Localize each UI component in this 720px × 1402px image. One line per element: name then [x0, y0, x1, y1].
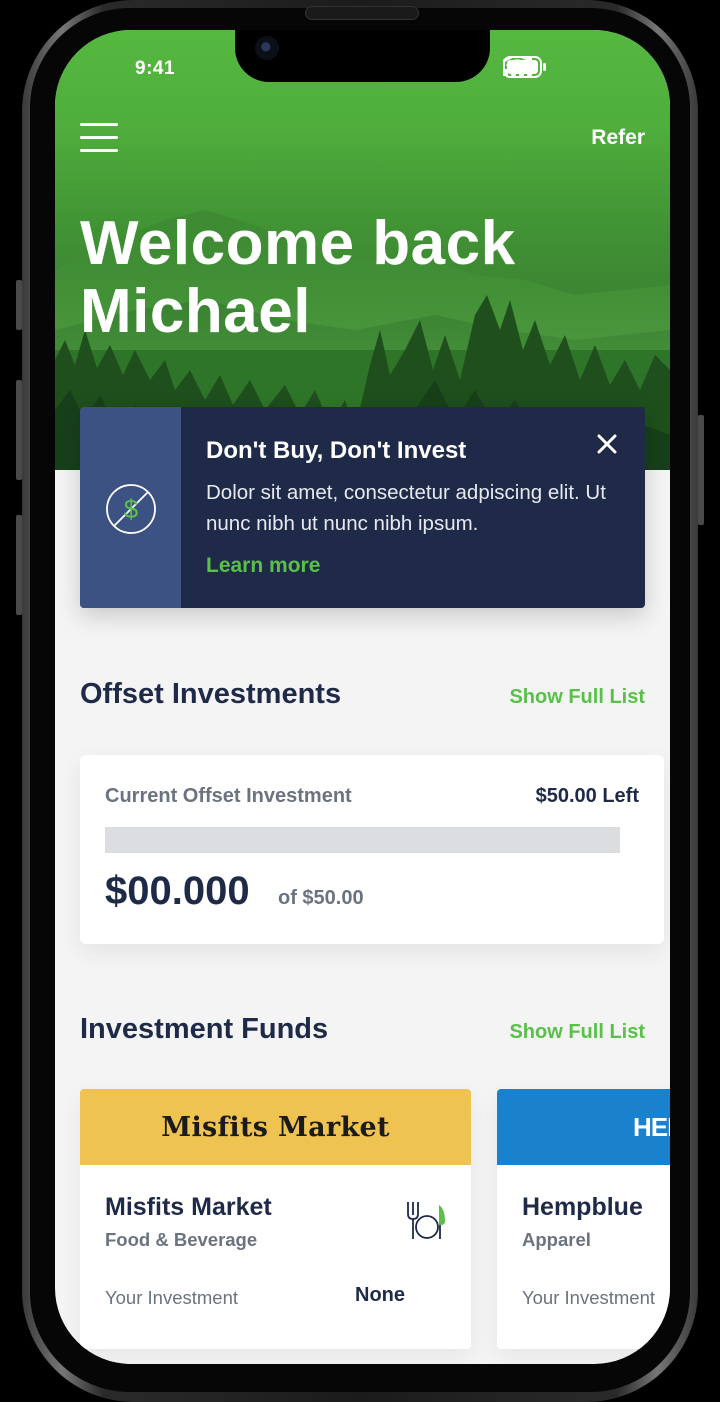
fund-investment-label: Your Investment [105, 1287, 239, 1308]
promo-title: Don't Buy, Don't Invest [206, 437, 467, 464]
promo-card: $ Don't Buy, Don't Invest Dolor sit amet… [80, 407, 645, 608]
promo-icon-panel: $ [80, 407, 181, 608]
fund-card-hempblue[interactable]: HEM Hempblue Apparel Your Investment [497, 1089, 670, 1349]
funds-show-full-list-link[interactable]: Show Full List [509, 1021, 645, 1044]
funds-section-title: Investment Funds [80, 1013, 329, 1045]
phone-side-button [16, 380, 22, 480]
fund-name: Hempblue [522, 1193, 643, 1221]
fund-card-misfits-market[interactable]: Misfits Market Misfits Market Food & Bev… [80, 1089, 471, 1349]
fund-logo: HEM [633, 1111, 670, 1142]
offset-label: Current Offset Investment [105, 785, 352, 807]
offset-goal: of $50.00 [278, 887, 364, 909]
offset-remaining: $50.00 Left [535, 785, 639, 807]
app-screen: 9:41 Refer Welcome back Michael $ Don't … [55, 30, 670, 1364]
offset-progress-bar [105, 827, 620, 853]
speaker-grille [305, 6, 419, 20]
offset-amount: $00.000 [105, 869, 250, 913]
svg-text:$: $ [124, 494, 139, 524]
close-icon[interactable] [597, 434, 617, 454]
phone-side-button [16, 515, 22, 615]
fund-logo: Misfits Market [161, 1111, 390, 1143]
utensils-icon [407, 1202, 445, 1239]
hamburger-menu-icon[interactable] [80, 123, 118, 153]
fund-investment-label: Your Investment [522, 1287, 656, 1308]
status-time: 9:41 [135, 58, 176, 79]
fund-category: Apparel [522, 1229, 591, 1250]
offset-section-title: Offset Investments [80, 678, 342, 710]
camera-notch [235, 30, 490, 82]
front-camera [255, 36, 279, 60]
battery-icon [503, 56, 546, 78]
hero-banner: 9:41 Refer Welcome back Michael [55, 30, 670, 470]
welcome-heading: Welcome back Michael [80, 209, 516, 346]
fund-name: Misfits Market [105, 1193, 272, 1221]
fund-investment-value: None [355, 1284, 405, 1306]
promo-body: Dolor sit amet, consectetur adpiscing el… [206, 481, 606, 535]
phone-side-button [698, 415, 704, 525]
phone-side-button [16, 280, 22, 330]
offset-show-full-list-link[interactable]: Show Full List [509, 686, 645, 709]
refer-link[interactable]: Refer [591, 126, 645, 150]
no-dollar-icon: $ [106, 484, 156, 534]
learn-more-link[interactable]: Learn more [206, 554, 320, 578]
fund-category: Food & Beverage [105, 1229, 258, 1250]
offset-investment-card: Current Offset Investment $50.00 Left $0… [80, 755, 664, 944]
